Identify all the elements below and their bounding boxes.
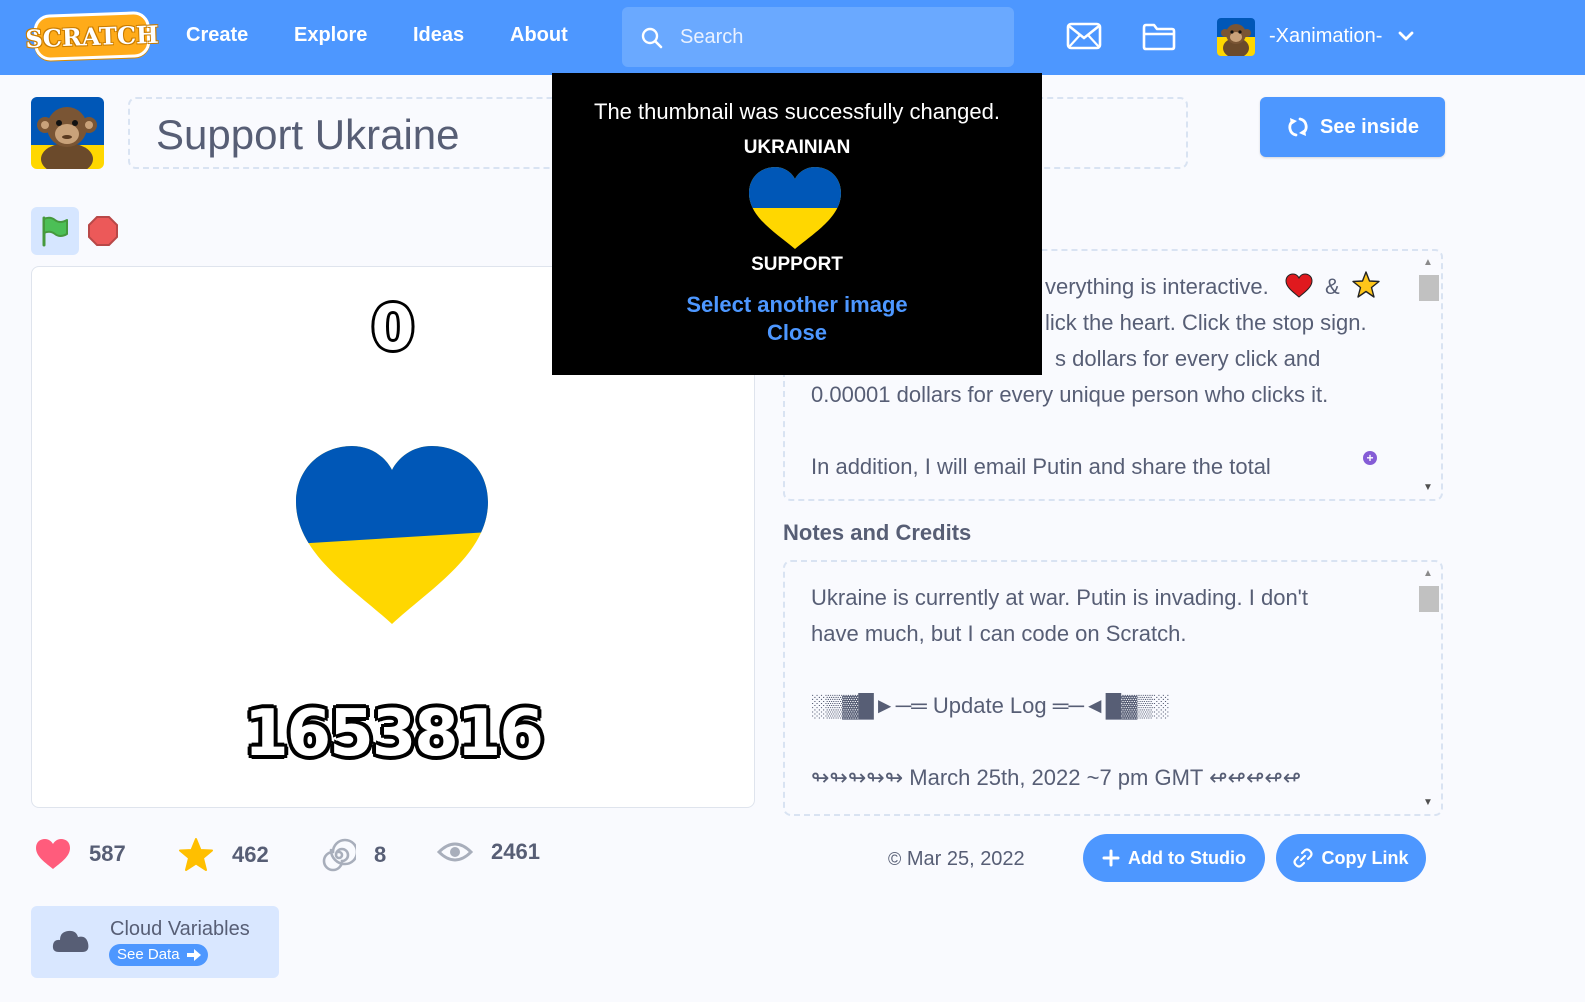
link-icon [1293,848,1314,868]
see-inside-button[interactable]: See inside [1260,97,1445,157]
notes-text: Ukraine is currently at war. Putin is in… [811,580,1381,796]
copyright-icon: © [888,849,902,869]
scroll-thumb[interactable] [1419,275,1439,301]
share-date: © Mar 25, 2022 [888,848,1025,871]
nav-ideas[interactable]: Ideas [413,24,464,47]
modal-message: The thumbnail was successfully changed. [594,99,1000,124]
view-count: 2461 [491,839,540,864]
instructions-line: 0.00001 dollars for every unique person … [811,382,1329,407]
notes-line: ↬↬↬↬↬ March 25th, 2022 ~7 pm GMT ↫↫↫↫↫ [811,765,1302,790]
notes-line: Ukraine is currently at war. Putin is in… [811,585,1308,610]
green-flag-button[interactable] [31,207,79,255]
modal-label-top: UKRAINIAN [743,137,851,158]
copy-link-button[interactable]: Copy Link [1276,834,1426,882]
scroll-down-icon[interactable]: ▼ [1423,797,1433,808]
thumbnail-changed-modal: The thumbnail was successfully changed. … [552,73,1042,375]
love-count: 587 [89,841,126,866]
my-stuff-folder-icon[interactable] [1141,20,1177,52]
search-icon [641,27,663,49]
notes-scrollbar[interactable]: ▲ ▼ [1417,568,1439,808]
notes-heading: Notes and Credits [783,520,972,545]
close-modal-link[interactable]: Close [552,320,1042,346]
instructions-scrollbar[interactable]: ▲ ▼ [1417,257,1439,493]
see-inside-label: See inside [1320,115,1419,138]
instructions-line: In addition, I will email Putin and shar… [811,454,1271,479]
copy-link-label: Copy Link [1321,847,1409,868]
select-another-image-link[interactable]: Select another image [552,292,1042,318]
messages-icon[interactable] [1066,20,1102,52]
remix-arrows-icon [1288,117,1308,137]
cloud-variables-panel: Cloud Variables See Data [31,906,279,978]
username[interactable]: -Xanimation- [1269,25,1382,48]
project-author-avatar[interactable] [31,97,104,169]
user-avatar[interactable] [1217,18,1255,56]
cloud-variables-title: Cloud Variables [110,918,250,940]
star-icon [179,838,213,871]
add-to-studio-button[interactable]: Add to Studio [1083,834,1265,882]
instructions-line: verything is interactive. [1045,274,1269,299]
stage-counter-bottom: 1653816 [244,697,544,771]
remix-spiral-icon [322,838,356,872]
navbar: SCRATCH Create Explore Ideas About Searc… [0,0,1585,75]
thumbnail-heart-image [749,167,841,249]
heart-icon [36,839,70,869]
favorite-count: 462 [232,842,269,867]
stop-sign-icon [88,216,118,246]
scroll-up-icon[interactable]: ▲ [1423,257,1433,268]
heart-emoji-icon [1285,273,1313,298]
see-data-label: See Data [117,946,180,963]
nav-create[interactable]: Create [186,24,248,47]
add-to-studio-label: Add to Studio [1128,847,1246,868]
scroll-thumb[interactable] [1419,586,1439,612]
search-bar[interactable] [622,7,1014,67]
love-stat[interactable]: 587 [35,838,126,870]
notes-box[interactable]: Ukraine is currently at war. Putin is in… [783,560,1443,816]
scratch-logo[interactable]: SCRATCH [25,10,159,62]
ampersand-text: & [1325,274,1340,299]
remix-count: 8 [374,842,387,867]
plus-icon [1102,849,1120,867]
star-emoji-icon [1352,271,1380,298]
scroll-up-icon[interactable]: ▲ [1423,568,1433,579]
cloud-icon [52,930,89,952]
modal-label-bottom: SUPPORT [751,254,843,275]
chevron-down-icon[interactable] [1398,30,1414,42]
remix-stat: 8 [322,838,386,872]
favorite-stat[interactable]: 462 [178,838,269,872]
green-flag-icon [42,216,68,247]
notes-line: have much, but I can code on Scratch. [811,621,1187,646]
share-date-text: Mar 25, 2022 [906,848,1025,870]
plus-icon: + [1363,451,1377,465]
nav-about[interactable]: About [510,24,568,47]
nav-explore[interactable]: Explore [294,24,367,47]
views-stat: 2461 [437,838,540,866]
ukraine-heart-sprite[interactable] [294,444,490,626]
search-input[interactable] [680,17,1000,57]
see-data-button[interactable]: See Data [109,944,208,966]
eye-icon [437,842,473,862]
arrow-right-icon [186,949,201,961]
stop-button[interactable] [87,215,119,247]
project-title[interactable]: Support Ukraine [156,111,460,159]
notes-line: ░▒▓█►─═ Update Log ═─◄█▓▒░ [811,693,1169,718]
scroll-down-icon[interactable]: ▼ [1423,482,1433,493]
